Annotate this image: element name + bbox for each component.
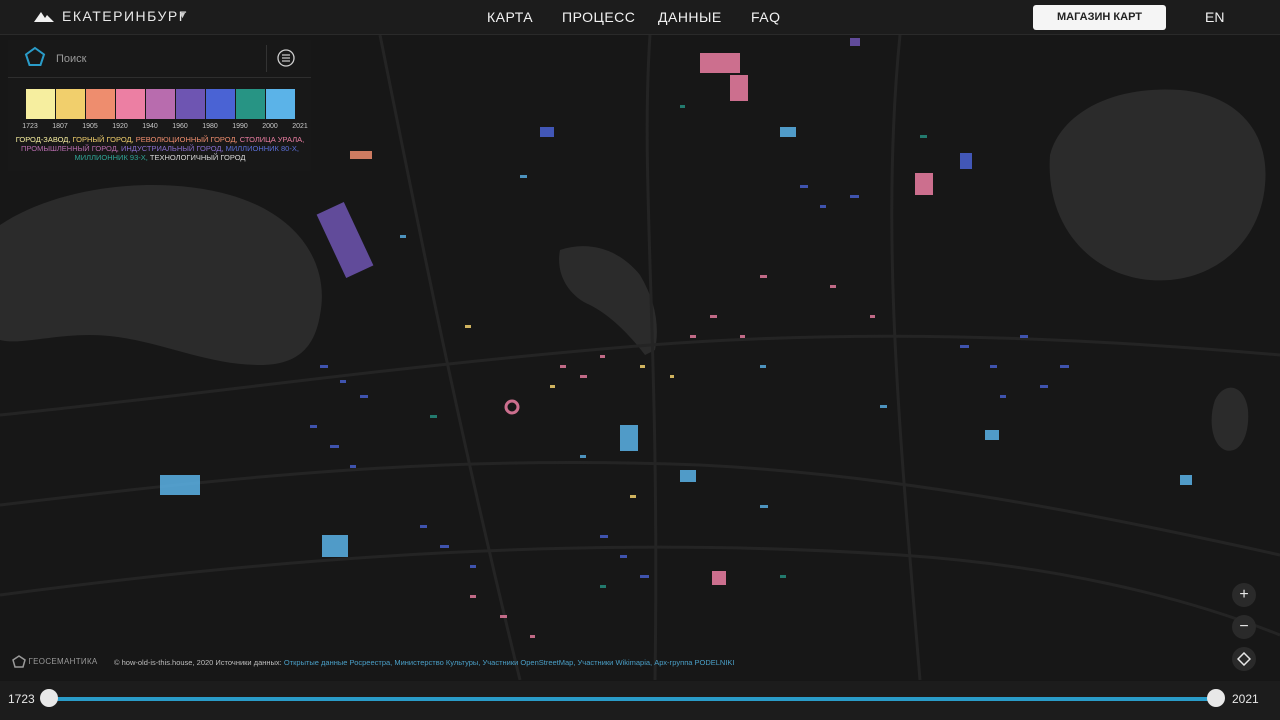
geosemantica-logo-icon — [12, 655, 26, 668]
attribution-link-rosreestr[interactable]: Открытые данные Росреестра, — [284, 658, 392, 667]
timeline-start-handle[interactable] — [40, 689, 58, 707]
legend-swatch[interactable] — [146, 89, 175, 119]
legend-era-label: ГОРОД-ЗАВОД, — [15, 135, 73, 144]
legend-swatch[interactable] — [116, 89, 145, 119]
legend-year-tick: 1807 — [52, 123, 68, 130]
pond-east — [1211, 387, 1249, 451]
legend-swatch[interactable] — [266, 89, 295, 119]
attribution-prefix: © how-old-is-this.house, 2020 Источники … — [114, 658, 282, 667]
geosemantica-brand: ГЕОСЕМАНТИКА — [28, 657, 98, 667]
timeline-start-label: 1723 — [8, 692, 35, 706]
attribution-link-osm[interactable]: Участники OpenStreetMap, — [482, 658, 575, 667]
legend-year-tick: 1920 — [112, 123, 128, 130]
top-bar: ЕКАТЕРИНБУРГ ▼ КАРТА ПРОЦЕСС ДАННЫЕ FAQ … — [0, 0, 1280, 35]
locate-button[interactable] — [1232, 647, 1256, 671]
legend-year-tick: 2000 — [262, 123, 278, 130]
zoom-out-button[interactable]: − — [1232, 615, 1256, 639]
legend-swatch[interactable] — [26, 89, 55, 119]
language-switch[interactable]: EN — [1205, 9, 1224, 25]
geosemantica-logo[interactable]: ГЕОСЕМАНТИКА — [12, 655, 98, 669]
city-selector[interactable]: ЕКАТЕРИНБУРГ — [62, 8, 188, 24]
timeline-end-handle[interactable] — [1207, 689, 1225, 707]
timeline-end-label: 2021 — [1232, 692, 1259, 706]
attribution-link-wikimapia[interactable]: Участники Wikimapia, — [578, 658, 653, 667]
zoom-in-button[interactable]: + — [1232, 583, 1256, 607]
legend-panel: 1723 1807 1905 1920 1940 1960 1980 1990 2000 2021… — [8, 40, 311, 171]
legend-swatch[interactable] — [86, 89, 115, 119]
legend-era-labels: ГОРОД-ЗАВОД, ГОРНЫЙ ГОРОД, РЕВОЛЮЦИОННЫЙ… — [12, 135, 308, 162]
mountain-logo-icon[interactable] — [34, 10, 54, 22]
legend-era-label: МИЛЛИОННИК 93-Х, — [74, 153, 150, 162]
caret-down-icon[interactable]: ▼ — [178, 10, 187, 20]
legend-year-tick: 1940 — [142, 123, 158, 130]
divider — [266, 45, 267, 72]
legend-year-ticks: 1723 1807 1905 1920 1940 1960 1980 1990 2000 2021 — [13, 123, 311, 133]
attribution-link-minculture[interactable]: Министерство Культуры, — [394, 658, 480, 667]
legend-era-label: ИНДУСТРИАЛЬНЫЙ ГОРОД, — [120, 144, 226, 153]
nav-map[interactable]: КАРТА — [487, 9, 533, 25]
search-row — [8, 40, 311, 78]
legend-year-tick: 2021 — [292, 123, 308, 130]
search-input[interactable] — [54, 49, 258, 69]
legend-era-label: МИЛЛИОННИК 80-Х, — [225, 144, 299, 153]
legend-swatch[interactable] — [56, 89, 85, 119]
legend-year-tick: 1960 — [172, 123, 188, 130]
legend-era-label: РЕВОЛЮЦИОННЫЙ ГОРОД, — [135, 135, 240, 144]
legend-year-tick: 1980 — [202, 123, 218, 130]
legend-era-label: ПРОМЫШЛЕННЫЙ ГОРОД, — [21, 144, 121, 153]
legend-year-tick: 1905 — [82, 123, 98, 130]
timeline-bar: 1723 2021 — [0, 681, 1280, 720]
legend-era-label: ГОРНЫЙ ГОРОД, — [72, 135, 136, 144]
pentagon-search-icon[interactable] — [24, 46, 46, 68]
legend-swatch[interactable] — [206, 89, 235, 119]
legend-swatch[interactable] — [176, 89, 205, 119]
diamond-locate-icon — [1236, 651, 1252, 667]
nav-data[interactable]: ДАННЫЕ — [658, 9, 722, 25]
timeline-track[interactable] — [48, 697, 1216, 701]
legend-year-tick: 1723 — [22, 123, 38, 130]
legend-swatch[interactable] — [236, 89, 265, 119]
map-shop-button[interactable]: МАГАЗИН КАРТ — [1033, 5, 1166, 30]
nav-faq[interactable]: FAQ — [751, 9, 781, 25]
legend-color-scale — [26, 89, 296, 119]
legend-year-tick: 1990 — [232, 123, 248, 130]
list-menu-icon[interactable] — [276, 48, 296, 68]
legend-era-label: ТЕХНОЛОГИЧНЫЙ ГОРОД — [149, 153, 246, 162]
attribution: © how-old-is-this.house, 2020 Источники … — [114, 658, 735, 667]
attribution-link-podelniki[interactable]: Арх-группа PODELNIKI — [654, 658, 734, 667]
nav-process[interactable]: ПРОЦЕСС — [562, 9, 635, 25]
legend-era-label: СТОЛИЦА УРАЛА, — [239, 135, 305, 144]
